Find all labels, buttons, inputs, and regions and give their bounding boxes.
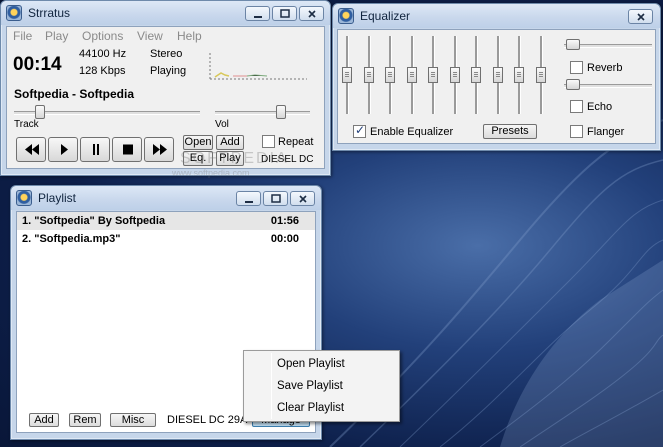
eq-band-thumb[interactable]	[514, 67, 524, 83]
eq-band-thumb[interactable]	[342, 67, 352, 83]
volume-slider-thumb[interactable]	[276, 105, 287, 119]
rewind-icon	[25, 144, 39, 155]
echo-slider-thumb[interactable]	[566, 79, 580, 90]
maximize-icon	[279, 9, 290, 18]
equalizer-bands	[342, 34, 550, 118]
stop-button[interactable]	[112, 137, 142, 162]
playlist-misc-button[interactable]: Misc	[110, 413, 156, 427]
close-icon	[636, 13, 645, 21]
playlist-item[interactable]: 2. "Softpedia.mp3" 00:00	[17, 230, 315, 248]
clear-playlist-menu-item[interactable]: Clear Playlist	[277, 402, 344, 414]
play-button[interactable]	[48, 137, 78, 162]
playlist-remove-button[interactable]: Rem	[69, 413, 101, 427]
fast-forward-icon	[153, 144, 167, 155]
app-logo-icon	[6, 5, 22, 21]
playlist-maximize-button[interactable]	[263, 191, 288, 206]
menu-view[interactable]: View	[137, 29, 163, 43]
bitrate: 128 Kbps	[79, 65, 126, 77]
softpedia-watermark: www.softpedia.com	[172, 168, 250, 178]
playlist-minimize-button[interactable]	[236, 191, 261, 206]
menu-file[interactable]: File	[13, 29, 32, 43]
track-label: Track	[14, 119, 39, 130]
reverb-label: Reverb	[587, 62, 623, 74]
playlist-add-button[interactable]: Add	[29, 413, 59, 427]
pause-icon	[93, 144, 99, 155]
open-button[interactable]: Open	[183, 135, 213, 150]
playlist-titlebar[interactable]: Playlist	[11, 186, 321, 210]
equalizer-window: Equalizer Enable Equalizer Presets Rever…	[332, 3, 661, 151]
enable-equalizer-label: Enable Equalizer	[370, 126, 454, 138]
equalizer-titlebar[interactable]: Equalizer	[333, 4, 660, 28]
flanger-checkbox[interactable]	[570, 125, 583, 138]
elapsed-time: 00:14	[13, 54, 62, 75]
eq-band-thumb[interactable]	[363, 67, 374, 83]
player-menubar: File Play Options View Help	[7, 27, 324, 45]
player-body: File Play Options View Help 00:14 44100 …	[6, 26, 325, 169]
playlist-item-duration: 01:56	[270, 215, 299, 227]
echo-checkbox[interactable]	[570, 100, 583, 113]
echo-label: Echo	[587, 101, 613, 113]
minimize-icon	[244, 201, 253, 203]
enable-equalizer-checkbox[interactable]	[353, 123, 366, 138]
fast-forward-button[interactable]	[144, 137, 174, 162]
save-playlist-menu-item[interactable]: Save Playlist	[277, 380, 343, 392]
minimize-icon	[253, 16, 262, 18]
reverb-slider-thumb[interactable]	[566, 39, 580, 50]
presets-button[interactable]: Presets	[483, 124, 537, 139]
playlist-app-icon	[16, 190, 32, 206]
eq-band-thumb[interactable]	[385, 67, 395, 83]
playlist-item-name: 2. "Softpedia.mp3"	[22, 233, 121, 245]
play-icon	[61, 144, 68, 155]
menu-help[interactable]: Help	[177, 29, 202, 43]
eq-band-thumb[interactable]	[449, 67, 460, 83]
maximize-icon	[270, 194, 281, 203]
close-icon	[307, 10, 316, 18]
eq-band-thumb[interactable]	[406, 67, 417, 83]
stop-icon	[123, 144, 133, 155]
eq-band-thumb[interactable]	[471, 67, 481, 83]
track-slider-thumb[interactable]	[35, 105, 46, 119]
playlist-window-title: Playlist	[38, 191, 77, 205]
volume-slider[interactable]	[215, 111, 310, 115]
track-title: Softpedia - Softpedia	[14, 87, 134, 101]
volume-label: Vol	[215, 119, 229, 130]
softpedia-watermark-logo: SOFTPEDIA	[180, 150, 289, 167]
reverb-checkbox[interactable]	[570, 61, 583, 74]
playlist-manage-menu: Open Playlist Save Playlist Clear Playli…	[243, 350, 400, 422]
spectrum-visualizer	[209, 53, 307, 80]
eq-band-thumb[interactable]	[492, 67, 503, 83]
equalizer-app-icon	[338, 8, 354, 24]
playlist-item-name: 1. "Softpedia" By Softpedia	[22, 215, 166, 227]
open-playlist-menu-item[interactable]: Open Playlist	[277, 358, 345, 370]
maximize-button[interactable]	[272, 6, 297, 21]
minimize-button[interactable]	[245, 6, 270, 21]
playlist-item[interactable]: 1. "Softpedia" By Softpedia 01:56	[17, 212, 315, 230]
playlist-skin-name: DIESEL DC 29A	[167, 414, 248, 426]
playlist-close-button[interactable]	[290, 191, 315, 206]
eq-band-thumb[interactable]	[428, 67, 438, 83]
close-button[interactable]	[299, 6, 324, 21]
flanger-label: Flanger	[587, 126, 625, 138]
equalizer-body: Enable Equalizer Presets Reverb Echo Fla…	[337, 29, 656, 144]
player-window-title: Strratus	[28, 6, 71, 20]
player-titlebar[interactable]: Strratus	[1, 1, 330, 25]
playback-status: Playing	[150, 65, 187, 77]
menu-options[interactable]: Options	[82, 29, 123, 43]
repeat-label: Repeat	[278, 136, 314, 148]
pause-button[interactable]	[80, 137, 110, 162]
rewind-button[interactable]	[16, 137, 46, 162]
close-icon	[298, 195, 307, 203]
equalizer-close-button[interactable]	[628, 9, 653, 24]
sample-rate: 44100 Hz	[79, 48, 127, 60]
equalizer-window-title: Equalizer	[360, 9, 411, 23]
playlist-item-duration: 00:00	[270, 233, 299, 245]
eq-band-thumb[interactable]	[535, 67, 546, 83]
menu-separator	[271, 353, 272, 419]
repeat-checkbox[interactable]	[262, 135, 275, 148]
menu-play[interactable]: Play	[45, 29, 68, 43]
add-button[interactable]: Add	[216, 135, 244, 150]
channel-mode: Stereo	[150, 48, 183, 60]
